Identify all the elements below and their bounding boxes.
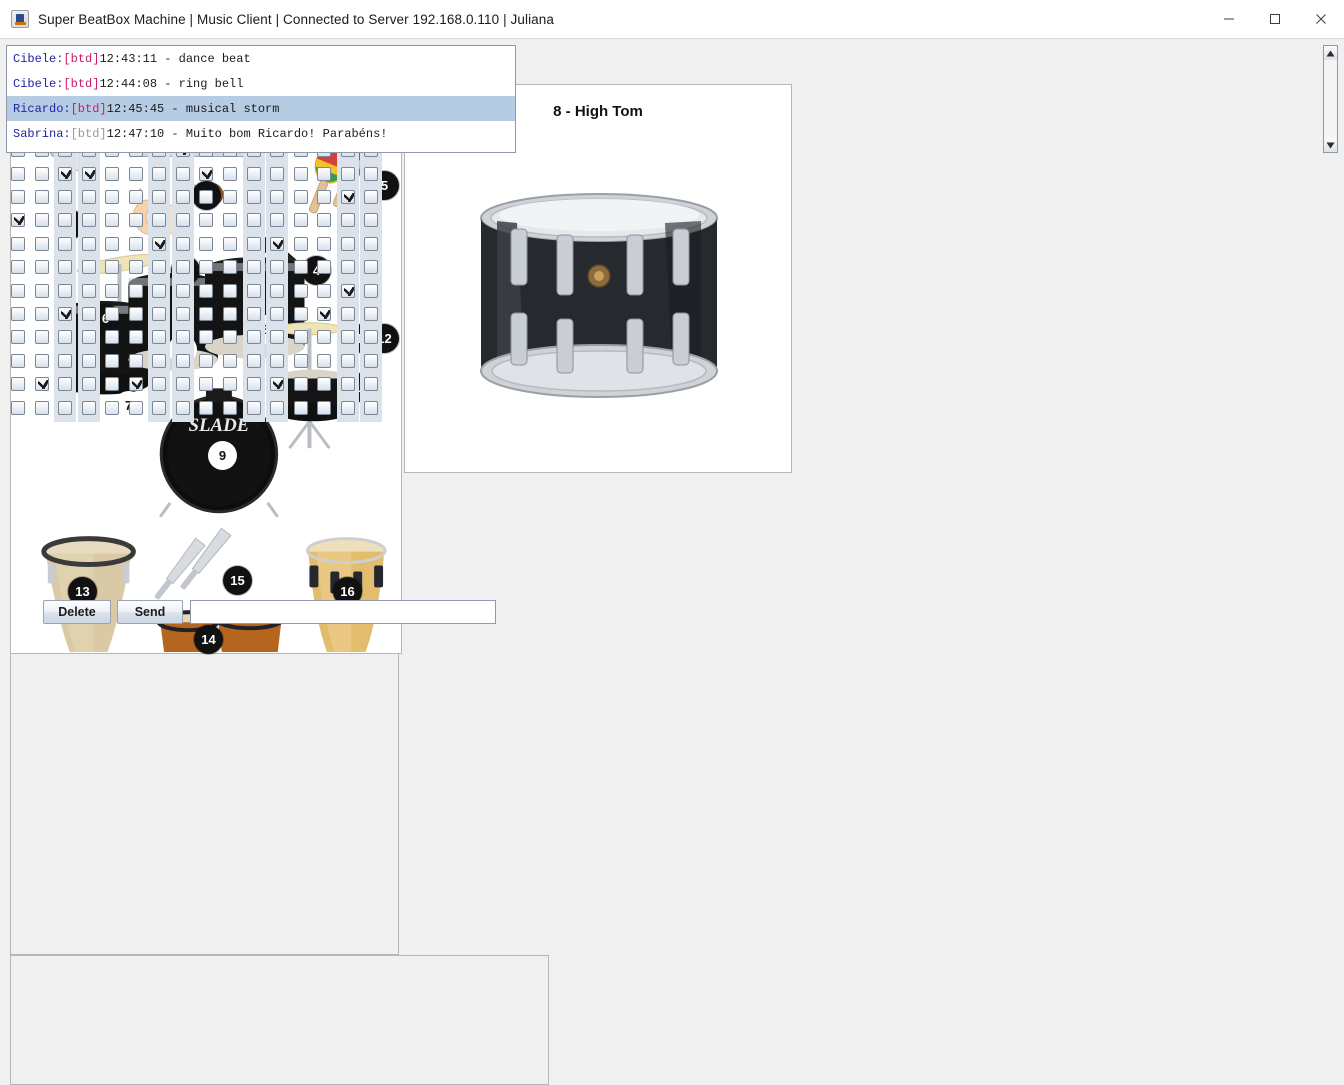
chat-message[interactable]: Cibele: [btd] 12:44:08 - ring bell [7,71,515,96]
chat-message-user: Ricardo: [13,101,71,116]
chat-message-tag: [btd] [70,126,107,141]
chat-message-body: 12:43:11 - dance beat [99,51,251,66]
chat-log[interactable]: Cibele: [btd] 12:43:11 - dance beat Cibel… [6,45,516,153]
chat-message[interactable]: Ricardo: [btd] 12:45:45 - musical storm [7,96,515,121]
window-title: Super BeatBox Machine | Music Client | C… [38,11,555,27]
window-titlebar: Super BeatBox Machine | Music Client | C… [0,0,1344,39]
chat-message[interactable]: Sabrina: [btd] 12:47:10 - Muito bom Rica… [7,121,515,146]
chat-message-user: Cibele: [13,76,64,91]
badge-15: 15 [223,566,252,595]
chat-message-tag: [btd] [70,101,107,116]
chat-message-tag: [btd] [63,76,100,91]
java-coffee-cup-icon [11,10,29,28]
close-button[interactable] [1298,0,1344,39]
delete-button[interactable]: Delete [43,600,111,624]
maximize-button[interactable] [1252,0,1298,39]
chat-input[interactable] [190,600,496,624]
main-workspace: SLADE 5 9 12 13 14 15 16 8 - High Tom Ci… [0,39,1344,1085]
chat-message-body: 12:47:10 - Muito bom Ricardo! Parabéns! [106,126,388,141]
badge-14: 14 [194,625,223,654]
scroll-down-arrow-icon[interactable] [1324,138,1337,152]
chat-message-body: 12:44:08 - ring bell [99,76,244,91]
chat-message-tag: [btd] [63,51,100,66]
minimize-button[interactable] [1206,0,1252,39]
chat-panel: Cibele: [btd] 12:43:11 - dance beat Cibel… [6,45,1338,1085]
send-button[interactable]: Send [117,600,183,624]
high-tom-drum-image [480,193,718,398]
chat-message-body: 12:45:45 - musical storm [106,101,280,116]
scroll-up-arrow-icon[interactable] [1324,46,1337,60]
chat-message-user: Sabrina: [13,126,71,141]
chat-message-user: Cibele: [13,51,64,66]
badge-9: 9 [208,441,237,470]
window-controls [1206,0,1344,39]
chat-message[interactable]: Cibele: [btd] 12:43:11 - dance beat [7,46,515,71]
chat-controls: Delete Send [0,600,1344,624]
chat-scrollbar[interactable] [1323,45,1338,153]
